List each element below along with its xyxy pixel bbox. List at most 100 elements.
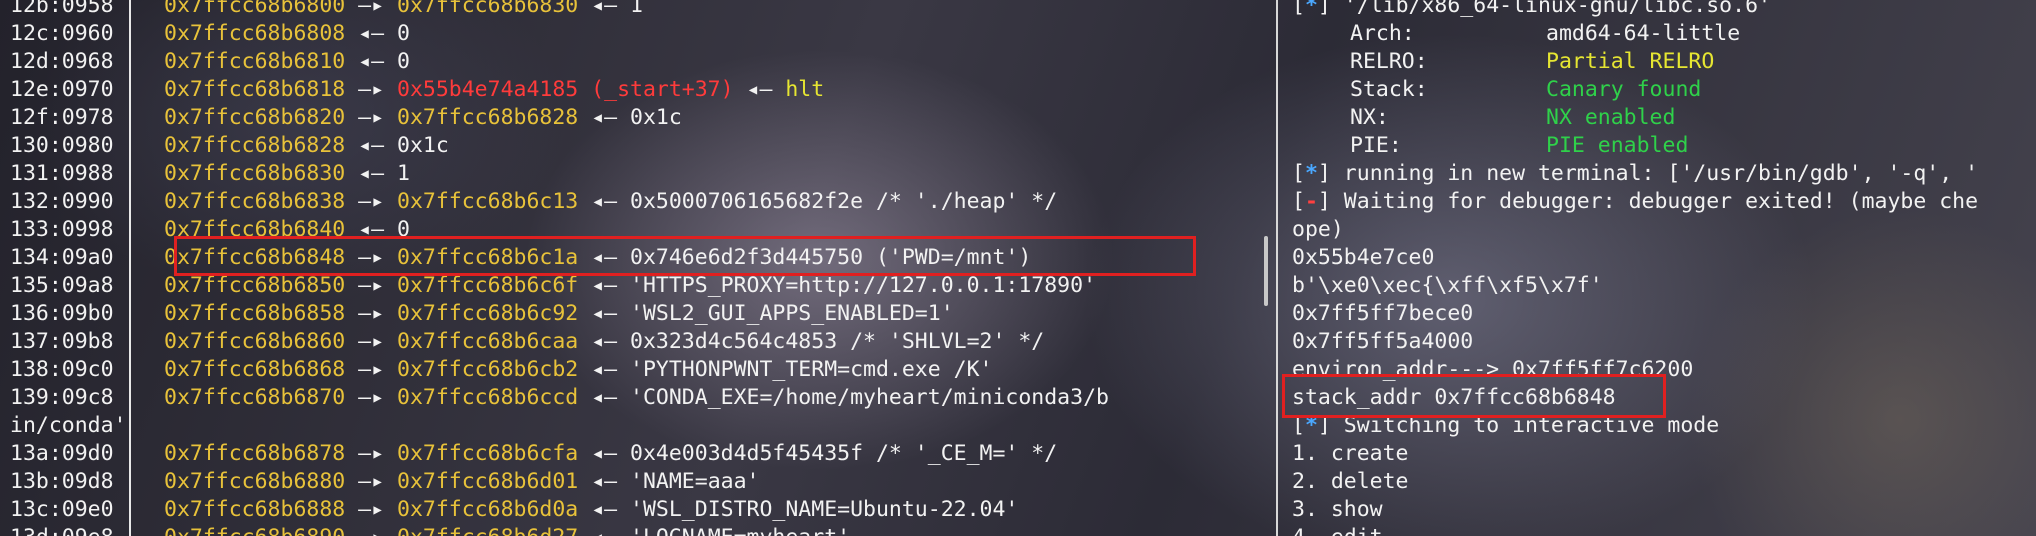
value-arrow: ◂— — [591, 0, 618, 18]
value-arrow: ◂— — [358, 49, 385, 74]
stack-offset: 131:0988 — [10, 161, 114, 186]
stack-offset: 13d:09e8 — [0, 524, 164, 536]
output-text: 1. create — [1292, 441, 1409, 466]
pointed-address: 0x7ffcc68b6c6f — [397, 273, 579, 298]
pointed-address: 0x7ffcc68b6cb2 — [397, 357, 579, 382]
stack-offset: 12f:0978 — [10, 105, 114, 130]
stack-address: 0x7ffcc68b6850 — [164, 273, 346, 298]
output-line: [*] '/lib/x86_64-linux-gnu/libc.so.6' — [1292, 0, 1978, 20]
stack-address: 0x7ffcc68b6848 — [164, 245, 346, 270]
checksec-label: Stack: — [1350, 77, 1428, 102]
stack-address: 0x7ffcc68b6888 — [164, 497, 346, 522]
stack-row: 130:0980 0x7ffcc68b6828 ◂— 0x1c — [0, 132, 1109, 160]
checksec-value: NX enabled — [1546, 105, 1676, 130]
stack-value: 'NAME=aaa' — [630, 469, 760, 494]
output-line: ope) — [1292, 216, 1978, 244]
output-line: PIE: PIE enabled — [1292, 132, 1978, 160]
stack-offset: 139:09c8 — [10, 385, 114, 410]
stack-value: 0x1c — [397, 133, 449, 158]
info-marker: * — [1304, 413, 1318, 438]
stack-address: 0x7ffcc68b6800 — [164, 0, 346, 18]
pane-divider[interactable] — [1276, 0, 1278, 536]
output-line: [*] running in new terminal: ['/usr/bin/… — [1292, 160, 1978, 188]
pointer-arrow: —▸ — [358, 77, 385, 102]
pointed-address: 0x7ffcc68b6ccd — [397, 385, 579, 410]
exploit-output-lines: [*] '/lib/x86_64-linux-gnu/libc.so.6' Arc… — [1292, 0, 1978, 536]
value-arrow: ◂— — [358, 133, 385, 158]
stack-row: 12b:0958 0x7ffcc68b6800 —▸ 0x7ffcc68b6830… — [0, 0, 1109, 20]
stack-row: 136:09b0 0x7ffcc68b6858 —▸ 0x7ffcc68b6c92… — [0, 300, 1109, 328]
status-bracket-open: [ — [1292, 413, 1305, 438]
pane-scrollbar[interactable] — [1264, 236, 1268, 306]
stack-offset: 12b:0958 — [10, 0, 114, 18]
pointed-address: 0x7ffcc68b6c92 — [397, 301, 579, 326]
pointer-arrow: —▸ — [358, 357, 385, 382]
stack-row: 139:09c8 0x7ffcc68b6870 —▸ 0x7ffcc68b6ccd… — [0, 384, 1109, 412]
stack-value: 0x5000706165682f2e /* './heap' */ — [630, 189, 1058, 214]
output-text: 0x7ff5ff7bece0 — [1292, 301, 1474, 326]
stack-offset: 13c:09e0 — [10, 497, 114, 522]
stack-value: 'WSL2_GUI_APPS_ENABLED=1' — [630, 301, 954, 326]
output-text: ope) — [1292, 217, 1344, 242]
stack-address: 0x7ffcc68b6878 — [164, 441, 346, 466]
value-arrow: ◂— — [591, 525, 617, 536]
value-arrow: ◂— — [358, 21, 385, 46]
stack-offset: 12d:0968 — [10, 49, 114, 74]
stack-address: 0x7ffcc68b6820 — [164, 105, 346, 130]
stack-row: 12f:0978 0x7ffcc68b6820 —▸ 0x7ffcc68b6828… — [0, 104, 1109, 132]
checksec-value: Canary found — [1546, 77, 1702, 102]
stack-row: 13c:09e0 0x7ffcc68b6888 —▸ 0x7ffcc68b6d0a… — [0, 496, 1109, 524]
gdb-stack-pane[interactable]: 12b:0958 0x7ffcc68b6800 —▸ 0x7ffcc68b6830… — [0, 0, 1274, 536]
checksec-value: PIE enabled — [1546, 133, 1689, 158]
output-line: Arch: amd64-64-little — [1292, 20, 1978, 48]
stack-address: 0x7ffcc68b6890 — [164, 525, 345, 536]
stack-value: 'PYTHONPWNT_TERM=cmd.exe /K' — [630, 357, 993, 382]
pointed-address: 0x7ffcc68b6c1a — [397, 245, 579, 270]
stack-row: 12d:0968 0x7ffcc68b6810 ◂— 0 — [0, 48, 1109, 76]
stack-address: 0x7ffcc68b6840 — [164, 217, 346, 242]
value-arrow: ◂— — [591, 245, 618, 270]
value-arrow: ◂— — [591, 301, 618, 326]
output-line: NX: NX enabled — [1292, 104, 1978, 132]
stack-value: 'LOGNAME=myheart' — [630, 525, 850, 536]
stack-row: 134:09a0 0x7ffcc68b6848 —▸ 0x7ffcc68b6c1a… — [0, 244, 1109, 272]
output-text: b'\xe0\xec{\xff\xf5\x7f' — [1292, 273, 1603, 298]
stack-row: 13a:09d0 0x7ffcc68b6878 —▸ 0x7ffcc68b6cfa… — [0, 440, 1109, 468]
output-line: RELRO: Partial RELRO — [1292, 48, 1978, 76]
pointer-arrow: —▸ — [358, 301, 385, 326]
stack-value: 0 — [397, 21, 410, 46]
pointed-address: 0x7ffcc68b6830 — [397, 0, 579, 18]
error-marker: - — [1304, 189, 1318, 214]
stack-address: 0x7ffcc68b6870 — [164, 385, 346, 410]
pointed-address: 0x7ffcc68b6828 — [397, 105, 579, 130]
checksec-label: RELRO: — [1350, 49, 1428, 74]
stack-offset: 132:0990 — [10, 189, 114, 214]
output-line: [*] Switching to interactive mode — [1292, 412, 1978, 440]
stack-row: 133:0998 0x7ffcc68b6840 ◂— 0 — [0, 216, 1109, 244]
output-line: [-] Waiting for debugger: debugger exite… — [1292, 188, 1978, 216]
stack-row: 12e:0970 0x7ffcc68b6818 —▸ 0x55b4e74a4185… — [0, 76, 1109, 104]
value-arrow: ◂— — [591, 273, 618, 298]
stack-value: 1 — [397, 161, 410, 186]
stack-offset: 136:09b0 — [10, 301, 114, 326]
stack-value: 0 — [397, 49, 410, 74]
stack-value: 0 — [397, 217, 410, 242]
stack-row: in/conda' — [0, 412, 1109, 440]
stack-offset: 130:0980 — [10, 133, 114, 158]
status-text: Waiting for debugger: debugger exited! (… — [1330, 189, 1979, 214]
value-arrow: ◂— — [591, 469, 618, 494]
stack-address: 0x7ffcc68b6828 — [164, 133, 346, 158]
status-text: '/lib/x86_64-linux-gnu/libc.so.6' — [1330, 0, 1771, 18]
output-line: 1. create — [1292, 440, 1978, 468]
value-arrow: ◂— — [591, 441, 618, 466]
checksec-label: PIE: — [1350, 133, 1402, 158]
pointer-arrow: —▸ — [358, 469, 385, 494]
stack-offset: 133:0998 — [10, 217, 114, 242]
pointer-arrow: —▸ — [358, 441, 385, 466]
output-text: 2. delete — [1292, 469, 1409, 494]
pointed-address: 0x7ffcc68b6c13 — [397, 189, 579, 214]
value-arrow: ◂— — [591, 329, 618, 354]
stack-row: 13b:09d8 0x7ffcc68b6880 —▸ 0x7ffcc68b6d01… — [0, 468, 1109, 496]
pointer-arrow: —▸ — [358, 189, 385, 214]
exploit-output-pane[interactable]: [*] '/lib/x86_64-linux-gnu/libc.so.6' Arc… — [1280, 0, 2036, 536]
